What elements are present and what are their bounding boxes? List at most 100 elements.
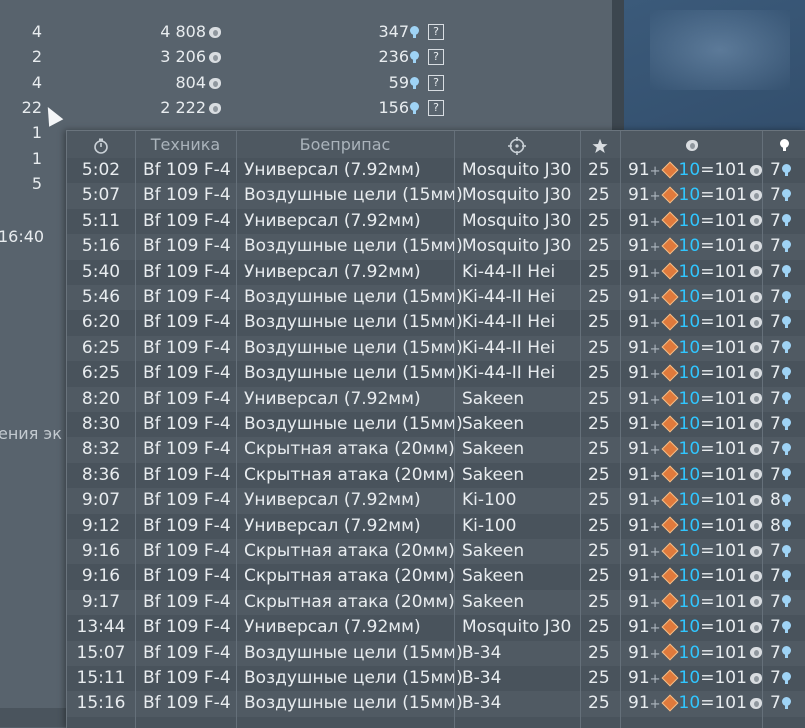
help-icon[interactable]: ? (428, 99, 444, 116)
background-list-row: 2 3 206 236? (0, 45, 612, 70)
table-row: 8:32 Bf 109 F-4 Скрытная атака (20мм) Sakee… (67, 437, 805, 463)
research-bulb-icon (781, 468, 791, 481)
cell-reward-calc: 91+ 10=101 (628, 463, 763, 489)
reward-total: 101 (714, 693, 747, 714)
cell-ammo: Воздушные цели (15мм) (244, 642, 463, 663)
cell-vehicle: Bf 109 F-4 (143, 490, 231, 511)
cell-target: Ki-100 (462, 515, 517, 536)
cell-rank: 25 (588, 617, 610, 638)
cell-rank: 25 (588, 312, 610, 333)
reward-bonus: 10 (678, 236, 701, 257)
research-bulb-icon (410, 76, 419, 90)
row-lions: 2 222 (102, 98, 222, 117)
cell-research-points: 7 (770, 260, 791, 285)
reward-base: 91 (628, 591, 650, 612)
cell-time: 8:32 (81, 439, 121, 460)
lion-icon (749, 646, 763, 659)
cell-reward-calc: 91+ 10=101 (628, 691, 763, 717)
premium-gem-icon (661, 618, 679, 636)
plus-sign: + (649, 341, 661, 357)
cell-reward-calc: 91+ 10=101 (628, 641, 763, 667)
table-row: 13:44 Bf 109 F-4 Универсал (7.92мм) Mosquit… (67, 615, 805, 640)
background-list-row: 4 804 59? (0, 71, 612, 96)
lion-icon (208, 51, 222, 64)
lion-icon (208, 77, 222, 90)
table-row: 5:40 Bf 109 F-4 Универсал (7.92мм) Ki-44-II… (67, 260, 805, 285)
plus-sign: + (649, 392, 661, 408)
plus-sign: + (649, 545, 661, 560)
cell-time: 5:11 (81, 210, 121, 231)
cell-vehicle: Bf 109 F-4 (143, 464, 231, 485)
reward-bonus: 10 (678, 160, 701, 180)
help-icon[interactable]: ? (428, 49, 444, 66)
reward-bonus: 10 (678, 185, 701, 206)
reward-total: 101 (714, 210, 747, 231)
lion-icon (749, 367, 763, 380)
cell-time: 5:07 (81, 185, 121, 206)
cell-target: Mosquito J30 (462, 210, 572, 231)
research-bulb-icon (781, 442, 791, 456)
plus-sign: + (649, 265, 661, 281)
premium-gem-icon (661, 288, 679, 305)
cell-ammo: Скрытная атака (20мм) (244, 541, 455, 561)
reward-bonus: 10 (678, 287, 701, 307)
table-row: 6:20 Bf 109 F-4 Воздушные цели (15мм) Ki-44… (67, 310, 805, 335)
cell-vehicle: Bf 109 F-4 (143, 160, 231, 180)
cell-time: 15:07 (76, 642, 126, 663)
reward-total: 101 (714, 388, 747, 409)
premium-gem-icon (661, 491, 679, 509)
cell-time: 6:25 (81, 337, 121, 358)
help-icon[interactable]: ? (428, 74, 444, 91)
reward-total: 101 (714, 515, 747, 536)
research-bulb-icon (781, 163, 791, 177)
plus-sign: + (649, 570, 661, 586)
cell-rank: 25 (588, 388, 610, 409)
cell-reward-calc: 91+ 10=101 (628, 183, 763, 209)
cell-research-points: 8 (770, 488, 791, 513)
reward-total: 101 (714, 566, 747, 587)
research-bulb-icon (781, 315, 791, 329)
equals-sign: = (700, 591, 715, 612)
research-bulb-icon (781, 290, 791, 304)
cell-research-points: 7 (770, 234, 791, 259)
reward-total: 101 (714, 287, 747, 307)
equals-sign: = (700, 642, 715, 663)
reward-bonus: 10 (678, 388, 701, 409)
equals-sign: = (700, 541, 715, 561)
lion-icon (749, 291, 763, 304)
cell-research-points: 7 (770, 336, 791, 361)
cell-time: 5:02 (81, 160, 121, 180)
cell-ammo: Универсал (7.92мм) (244, 261, 421, 282)
row-count: 2 (31, 47, 42, 67)
cell-research-points: 7 (770, 183, 791, 208)
cell-reward-calc: 91+ 10=101 (628, 590, 763, 616)
plus-sign: + (649, 468, 661, 484)
row-count: 1 (31, 148, 42, 168)
cell-ammo: Универсал (7.92мм) (244, 617, 421, 638)
cell-vehicle: Bf 109 F-4 (143, 210, 231, 231)
cell-research-points: 7 (770, 590, 791, 615)
research-bulb-icon (781, 265, 791, 278)
reward-base: 91 (628, 668, 650, 688)
stopwatch-icon (67, 131, 135, 158)
lion-icon (749, 316, 763, 329)
cell-vehicle: Bf 109 F-4 (143, 236, 231, 257)
plus-sign: + (649, 672, 661, 687)
help-icon[interactable]: ? (428, 24, 444, 40)
header-ammo: Боеприпас (299, 135, 391, 154)
lion-icon (208, 102, 222, 115)
cell-reward-calc: 91+ 10=101 (628, 387, 763, 413)
plus-sign: + (649, 646, 661, 662)
cell-target: Sakeen (462, 414, 525, 434)
reward-bonus: 10 (678, 515, 701, 536)
cell-rank: 25 (588, 210, 610, 231)
cell-reward-calc: 91+ 10=101 (628, 437, 763, 463)
reward-base: 91 (628, 363, 650, 384)
research-bulb-icon (781, 341, 791, 354)
cell-rank: 25 (588, 287, 610, 307)
plus-sign: + (649, 595, 661, 611)
lion-icon (749, 392, 763, 405)
lion-icon (749, 418, 763, 431)
cell-research-points: 7 (770, 564, 791, 589)
background-scene-glow (650, 10, 790, 90)
